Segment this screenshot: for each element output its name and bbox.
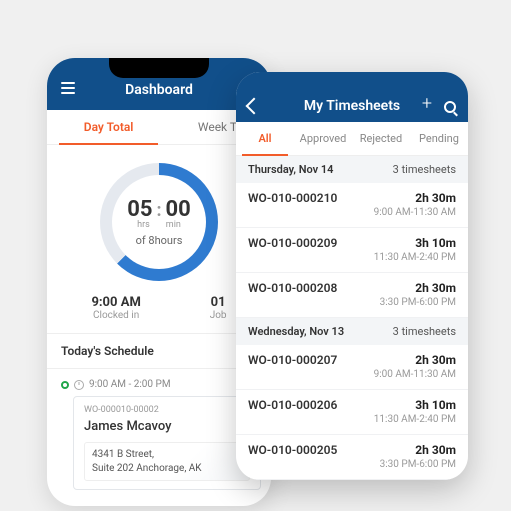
job-label: Job: [210, 310, 227, 321]
timesheet-range: 3:30 PM-6:00 PM: [248, 297, 456, 308]
tab-all[interactable]: All: [236, 122, 294, 155]
schedule-card[interactable]: WO-000010-00002 Co James Mcavoy 4341 B S…: [73, 396, 261, 490]
section-header: Wednesday, Nov 13 3 timesheets: [236, 318, 468, 345]
minutes-value: 00: [166, 197, 191, 222]
section-count: 3 timesheets: [393, 163, 456, 176]
menu-icon[interactable]: [61, 82, 75, 94]
timesheet-row[interactable]: WO-010-000206 3h 10m 11:30 AM-2:40 PM: [236, 390, 468, 435]
section-date: Thursday, Nov 14: [248, 163, 333, 176]
timesheet-duration: 2h 30m: [415, 191, 456, 205]
timesheet-id: WO-010-000206: [248, 398, 337, 412]
timesheet-id: WO-010-000208: [248, 281, 337, 295]
timesheet-duration: 3h 10m: [415, 236, 456, 250]
time-colon: :: [156, 200, 161, 221]
status-dot-icon: [61, 381, 69, 389]
min-label: min: [166, 220, 181, 230]
timesheet-row[interactable]: WO-010-000205 2h 30m 3:30 PM-6:00 PM: [236, 435, 468, 480]
address-box[interactable]: 4341 B Street, Suite 202 Anchorage, AK: [84, 442, 250, 481]
timesheet-tabs: All Approved Rejected Pending: [236, 122, 468, 156]
tab-pending[interactable]: Pending: [410, 122, 468, 155]
address-line2: Suite 202 Anchorage, AK: [92, 462, 242, 476]
dashboard-title: Dashboard: [125, 82, 193, 98]
customer-name: James Mcavoy: [84, 419, 250, 434]
timesheets-header: My Timesheets +: [236, 72, 468, 122]
clockin-label: Clocked in: [93, 310, 139, 321]
section-date: Wednesday, Nov 13: [248, 325, 344, 338]
hrs-label: hrs: [137, 220, 150, 230]
timesheet-range: 3:30 PM-6:00 PM: [248, 459, 456, 470]
work-order-id: WO-000010-00002: [84, 405, 159, 415]
timesheet-row[interactable]: WO-010-000210 2h 30m 9:00 AM-11:30 AM: [236, 183, 468, 228]
hours-value: 05: [127, 197, 152, 222]
section-header: Thursday, Nov 14 3 timesheets: [236, 156, 468, 183]
tab-rejected[interactable]: Rejected: [352, 122, 410, 155]
timesheets-phone: My Timesheets + All Approved Rejected Pe…: [236, 72, 468, 480]
job-count: 01: [211, 295, 226, 310]
timesheet-row[interactable]: WO-010-000209 3h 10m 11:30 AM-2:40 PM: [236, 228, 468, 273]
timesheet-duration: 3h 10m: [415, 398, 456, 412]
schedule-time-range: 9:00 AM - 2:00 PM: [89, 379, 171, 390]
timesheet-id: WO-010-000209: [248, 236, 337, 250]
clockin-time: 9:00 AM: [91, 295, 140, 310]
timesheet-range: 9:00 AM-11:30 AM: [248, 207, 456, 218]
timesheet-duration: 2h 30m: [415, 353, 456, 367]
tab-approved[interactable]: Approved: [294, 122, 352, 155]
add-icon[interactable]: +: [422, 93, 432, 114]
search-icon[interactable]: [444, 101, 456, 113]
timesheet-range: 11:30 AM-2:40 PM: [248, 414, 456, 425]
timesheet-id: WO-010-000210: [248, 191, 337, 205]
tab-day-total[interactable]: Day Total: [47, 110, 170, 144]
of-hours-label: of 8hours: [136, 234, 183, 247]
back-arrow-icon[interactable]: [246, 98, 263, 115]
clock-icon: [74, 380, 84, 390]
timesheet-range: 9:00 AM-11:30 AM: [248, 369, 456, 380]
hours-progress-ring: 05 : 00 hrs min of 8hours: [100, 163, 218, 281]
timesheets-title: My Timesheets: [304, 98, 400, 114]
section-count: 3 timesheets: [393, 325, 456, 338]
timesheet-range: 11:30 AM-2:40 PM: [248, 252, 456, 263]
address-line1: 4341 B Street,: [92, 448, 242, 462]
timesheet-id: WO-010-000207: [248, 353, 337, 367]
timesheet-row[interactable]: WO-010-000208 2h 30m 3:30 PM-6:00 PM: [236, 273, 468, 318]
timesheet-duration: 2h 30m: [415, 443, 456, 457]
device-notch: [109, 58, 209, 78]
timesheet-id: WO-010-000205: [248, 443, 337, 457]
timesheet-row[interactable]: WO-010-000207 2h 30m 9:00 AM-11:30 AM: [236, 345, 468, 390]
timesheet-list: Thursday, Nov 14 3 timesheets WO-010-00021…: [236, 156, 468, 480]
timesheet-duration: 2h 30m: [415, 281, 456, 295]
